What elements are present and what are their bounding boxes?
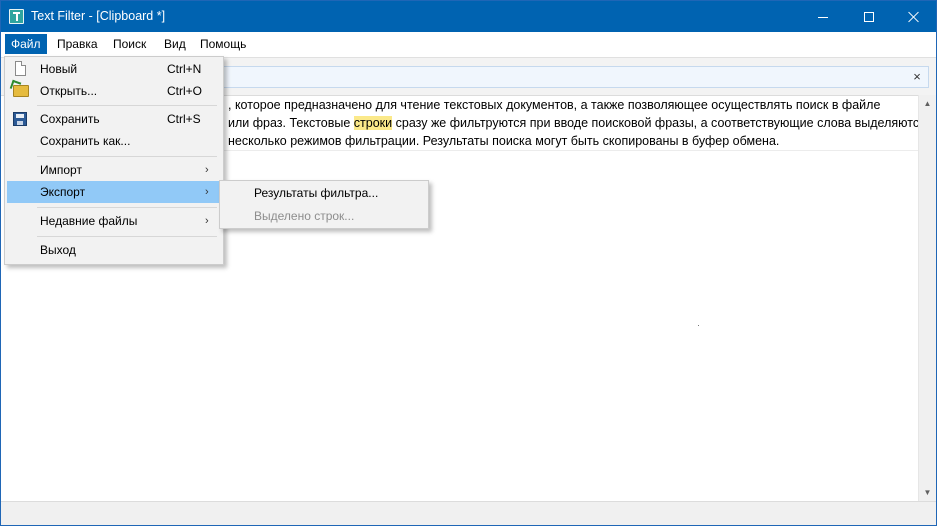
app-logo-icon [9,9,24,24]
menu-bar: Файл Правка Поиск Вид Помощь [1,32,936,56]
minimize-button[interactable] [800,1,846,32]
menu-item-export[interactable]: Экспорт › [7,181,221,203]
text-line-content: , которое предназначено для чтение текст… [228,98,881,112]
file-menu-dropdown: Новый Ctrl+N Открыть... Ctrl+O Сохранить… [4,56,224,265]
chevron-right-icon: › [205,164,209,176]
menu-item-shortcut: Ctrl+S [167,112,201,126]
scroll-down-icon[interactable]: ▼ [919,484,936,501]
menu-item-shortcut: Ctrl+N [167,62,202,76]
menu-item-shortcut: Ctrl+O [167,84,203,98]
menu-item-new[interactable]: Новый Ctrl+N [7,58,221,80]
vertical-scrollbar[interactable]: ▲ ▼ [918,95,936,501]
submenu-item-filter-results[interactable]: Результаты фильтра... [222,182,426,204]
submenu-item-selected-lines: Выделено строк... [222,205,426,227]
close-button[interactable] [891,1,937,32]
menu-separator [37,236,217,237]
menu-file[interactable]: Файл [5,34,47,54]
export-submenu: Результаты фильтра... Выделено строк... [219,180,429,229]
menu-item-label: Сохранить [40,112,100,126]
text-line-content: или фраз. Текстовые строки сразу же филь… [228,116,926,130]
menu-item-save[interactable]: Сохранить Ctrl+S [7,108,221,130]
menu-item-recent-files[interactable]: Недавние файлы › [7,210,221,232]
menu-item-label: Экспорт [40,185,86,199]
search-highlight: строки [353,116,393,130]
menu-item-save-as[interactable]: Сохранить как... [7,130,221,152]
menu-item-import[interactable]: Импорт › [7,159,221,181]
text-line-content: несколько режимов фильтрации. Результаты… [228,134,780,148]
new-file-icon [15,61,26,76]
menu-separator [37,156,217,157]
text-after-highlight: сразу же фильтруются при вводе поисковой… [392,116,926,130]
menu-search[interactable]: Поиск [107,34,152,54]
menu-item-label: Сохранить как... [40,134,131,148]
maximize-button[interactable] [846,1,892,32]
menu-help[interactable]: Помощь [194,34,252,54]
menu-item-label: Выход [40,243,76,257]
maximize-icon [864,11,874,22]
menu-item-label: Результаты фильтра... [254,186,379,200]
chevron-right-icon: › [205,186,209,198]
menu-item-open[interactable]: Открыть... Ctrl+O [7,80,221,102]
search-input[interactable] [221,66,929,88]
title-bar[interactable]: Text Filter - [Clipboard *] [1,1,936,32]
menu-item-label: Недавние файлы [40,214,138,228]
window-title: Text Filter - [Clipboard *] [31,9,166,23]
text-before-highlight: или фраз. Текстовые [228,116,354,130]
chevron-right-icon: › [205,215,209,227]
text-cursor-mark [698,325,699,326]
clear-search-icon[interactable]: × [909,69,925,85]
menu-separator [37,105,217,106]
minimize-icon [818,17,828,18]
menu-item-label: Открыть... [40,84,98,98]
menu-item-label: Выделено строк... [254,209,355,223]
menu-item-label: Импорт [40,163,82,177]
menu-separator [37,207,217,208]
scroll-up-icon[interactable]: ▲ [919,95,936,112]
close-icon [908,11,920,23]
menu-edit[interactable]: Правка [51,34,104,54]
menu-item-label: Новый [40,62,78,76]
save-icon [13,112,27,126]
menu-item-exit[interactable]: Выход [7,239,221,261]
app-window: Text Filter - [Clipboard *] Файл Правка … [0,0,937,526]
menu-view[interactable]: Вид [158,34,192,54]
open-folder-icon [13,85,29,97]
status-bar [1,501,936,525]
